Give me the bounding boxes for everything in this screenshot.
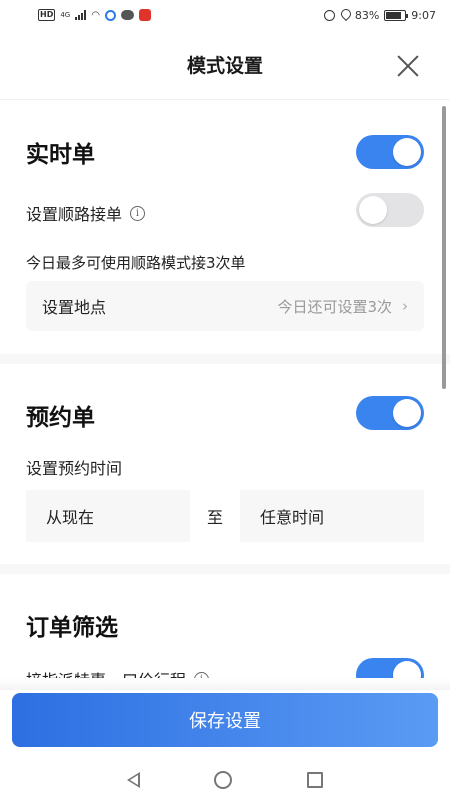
network-type: 4G <box>60 11 71 19</box>
hd-badge: HD <box>38 9 56 21</box>
realtime-section: 实时单 设置顺路接单 i 今日最多可使用顺路模式接3次单 设置地点 今日还可设置… <box>0 101 450 364</box>
special-fare-row: 接指派特惠一口价行程 i <box>26 667 210 678</box>
recent-apps-icon[interactable] <box>306 772 323 788</box>
system-nav-bar <box>0 760 450 800</box>
footer-divider <box>0 678 450 690</box>
wechat-icon <box>120 10 134 20</box>
status-bar-right: 83% 9:07 <box>323 8 436 22</box>
toggle-knob <box>393 661 421 678</box>
set-location-value-wrap: 今日还可设置3次 › <box>277 296 408 317</box>
battery-icon <box>384 9 409 21</box>
route-order-toggle[interactable] <box>356 193 424 227</box>
clock: 9:07 <box>411 8 436 22</box>
scrollbar[interactable] <box>442 106 446 389</box>
special-fare-toggle[interactable] <box>356 658 424 678</box>
toggle-knob <box>359 196 387 224</box>
close-icon[interactable] <box>396 54 420 78</box>
special-fare-label: 接指派特惠一口价行程 <box>26 667 186 678</box>
save-settings-button[interactable]: 保存设置 <box>12 693 438 747</box>
toggle-knob <box>393 399 421 427</box>
page-title: 模式设置 <box>186 55 263 77</box>
realtime-toggle[interactable] <box>356 135 424 169</box>
reservation-section: 预约单 设置预约时间 从现在 至 任意时间 <box>0 364 450 574</box>
alarm-icon <box>323 9 335 21</box>
order-filter-title: 订单筛选 <box>26 615 118 641</box>
route-order-row: 设置顺路接单 i <box>26 201 146 225</box>
mic-notification-icon <box>138 9 151 21</box>
toggle-knob <box>393 138 421 166</box>
set-location-value: 今日还可设置3次 <box>277 297 392 316</box>
time-from-field[interactable]: 从现在 <box>26 490 190 542</box>
back-icon[interactable] <box>127 772 141 788</box>
route-order-label: 设置顺路接单 <box>26 205 123 224</box>
time-to-field[interactable]: 任意时间 <box>240 490 424 542</box>
status-bar-left: HD 4G ◠ <box>38 9 151 21</box>
route-order-note: 今日最多可使用顺路模式接3次单 <box>26 254 246 272</box>
settings-content[interactable]: 实时单 设置顺路接单 i 今日最多可使用顺路模式接3次单 设置地点 今日还可设置… <box>0 101 450 678</box>
set-location-row[interactable]: 设置地点 今日还可设置3次 › <box>26 281 424 331</box>
info-icon[interactable]: i <box>130 205 146 221</box>
time-separator: 至 <box>206 508 223 527</box>
reservation-title: 预约单 <box>26 405 95 431</box>
header: 模式设置 <box>0 30 450 100</box>
wifi-icon: ◠ <box>91 9 100 21</box>
set-location-label: 设置地点 <box>42 298 107 317</box>
status-bar: HD 4G ◠ 83% 9:07 <box>0 0 450 30</box>
home-icon[interactable] <box>214 771 233 789</box>
realtime-title: 实时单 <box>26 142 95 168</box>
app-notification-icon <box>104 9 116 21</box>
battery-percent: 83% <box>354 8 380 22</box>
location-icon <box>340 9 350 21</box>
reservation-time-label: 设置预约时间 <box>26 459 123 478</box>
reservation-time-range: 从现在 至 任意时间 <box>26 490 424 542</box>
order-filter-section: 订单筛选 接指派特惠一口价行程 i <box>0 574 450 678</box>
chevron-right-icon: › <box>402 297 408 315</box>
signal-icon <box>75 10 87 20</box>
reservation-toggle[interactable] <box>356 396 424 430</box>
